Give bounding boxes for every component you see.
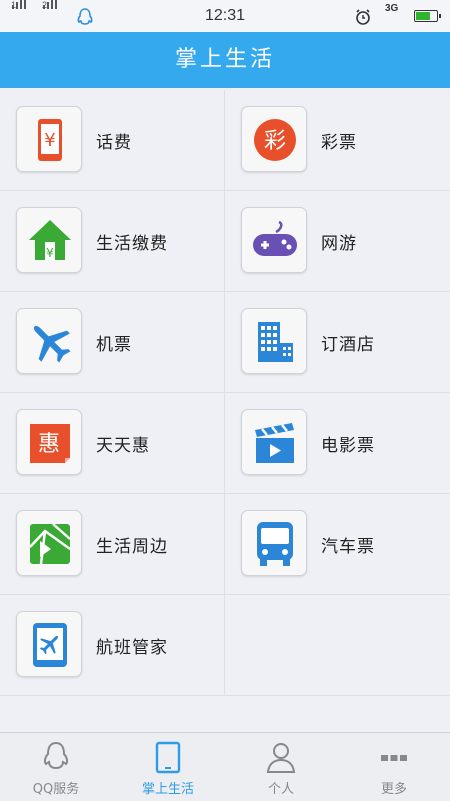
- bottom-nav: QQ服务 掌上生活 个人 更多: [0, 732, 450, 801]
- more-dots-icon: [381, 755, 407, 761]
- svg-text:惠: 惠: [38, 432, 60, 457]
- clapperboard-icon: [241, 409, 307, 475]
- grid-item-label: 航班管家: [96, 638, 168, 658]
- grid-item-label: 汽车票: [321, 537, 375, 557]
- grid-item-daily-deals[interactable]: 惠 天天惠: [0, 393, 225, 494]
- qq-penguin-icon: [43, 741, 69, 770]
- grid-item-nearby[interactable]: 生活周边: [0, 494, 225, 595]
- grid-item-flight-manager[interactable]: 航班管家: [0, 595, 225, 696]
- tab-qq-service[interactable]: QQ服务: [0, 733, 112, 801]
- battery-icon: [414, 10, 441, 22]
- grid-item-label: 电影票: [321, 436, 375, 456]
- svg-text:彩: 彩: [264, 129, 286, 154]
- grid-item-label: 生活缴费: [96, 234, 168, 254]
- hotel-icon: [241, 308, 307, 374]
- airplane-icon: [16, 308, 82, 374]
- grid-item-empty: [225, 595, 450, 696]
- network-indicator: 3G: [385, 3, 399, 14]
- tab-label: 掌上生活: [141, 782, 194, 797]
- grid-item-label: 彩票: [321, 133, 357, 153]
- grid-item-bus-tickets[interactable]: 汽车票: [225, 494, 450, 595]
- grid-item-lottery[interactable]: 彩 彩票: [225, 90, 450, 191]
- grid-item-online-games[interactable]: 网游: [225, 191, 450, 292]
- person-icon: [266, 743, 296, 773]
- svg-text:¥: ¥: [44, 130, 55, 151]
- page-title: 掌上生活: [0, 32, 450, 88]
- grid-item-label: 生活周边: [96, 537, 168, 557]
- flight-tablet-icon: [16, 611, 82, 677]
- tab-label: 个人: [267, 782, 294, 797]
- tab-label: QQ服务: [32, 782, 80, 797]
- grid-item-label: 订酒店: [321, 335, 375, 355]
- tab-label: 更多: [380, 782, 407, 797]
- grid-item-label: 天天惠: [96, 436, 150, 456]
- grid-item-flights[interactable]: 机票: [0, 292, 225, 393]
- grid-item-phone-bill[interactable]: ¥ 话费: [0, 90, 225, 191]
- grid-item-movie-tickets[interactable]: 电影票: [225, 393, 450, 494]
- svg-text:¥: ¥: [46, 246, 54, 260]
- status-bar: 1 2 12:31 3G: [0, 0, 450, 32]
- alarm-icon: [356, 9, 370, 25]
- grid-item-label: 机票: [96, 335, 132, 355]
- map-icon: [16, 510, 82, 576]
- house-yen-icon: ¥: [16, 207, 82, 273]
- grid-item-label: 话费: [96, 133, 132, 153]
- tab-palm-life[interactable]: 掌上生活: [112, 733, 224, 801]
- grid-item-label: 网游: [321, 234, 357, 254]
- grid-item-hotel[interactable]: 订酒店: [225, 292, 450, 393]
- tiantianhui-icon: 惠: [16, 409, 82, 475]
- phone-bill-icon: ¥: [16, 106, 82, 172]
- gamepad-icon: [241, 207, 307, 273]
- lottery-icon: 彩: [241, 106, 307, 172]
- tab-personal[interactable]: 个人: [225, 733, 337, 801]
- clock-time: 12:31: [204, 7, 246, 24]
- grid-item-utilities[interactable]: ¥ 生活缴费: [0, 191, 225, 292]
- tab-more[interactable]: 更多: [338, 733, 450, 801]
- tablet-icon: [155, 741, 181, 774]
- bus-icon: [241, 510, 307, 576]
